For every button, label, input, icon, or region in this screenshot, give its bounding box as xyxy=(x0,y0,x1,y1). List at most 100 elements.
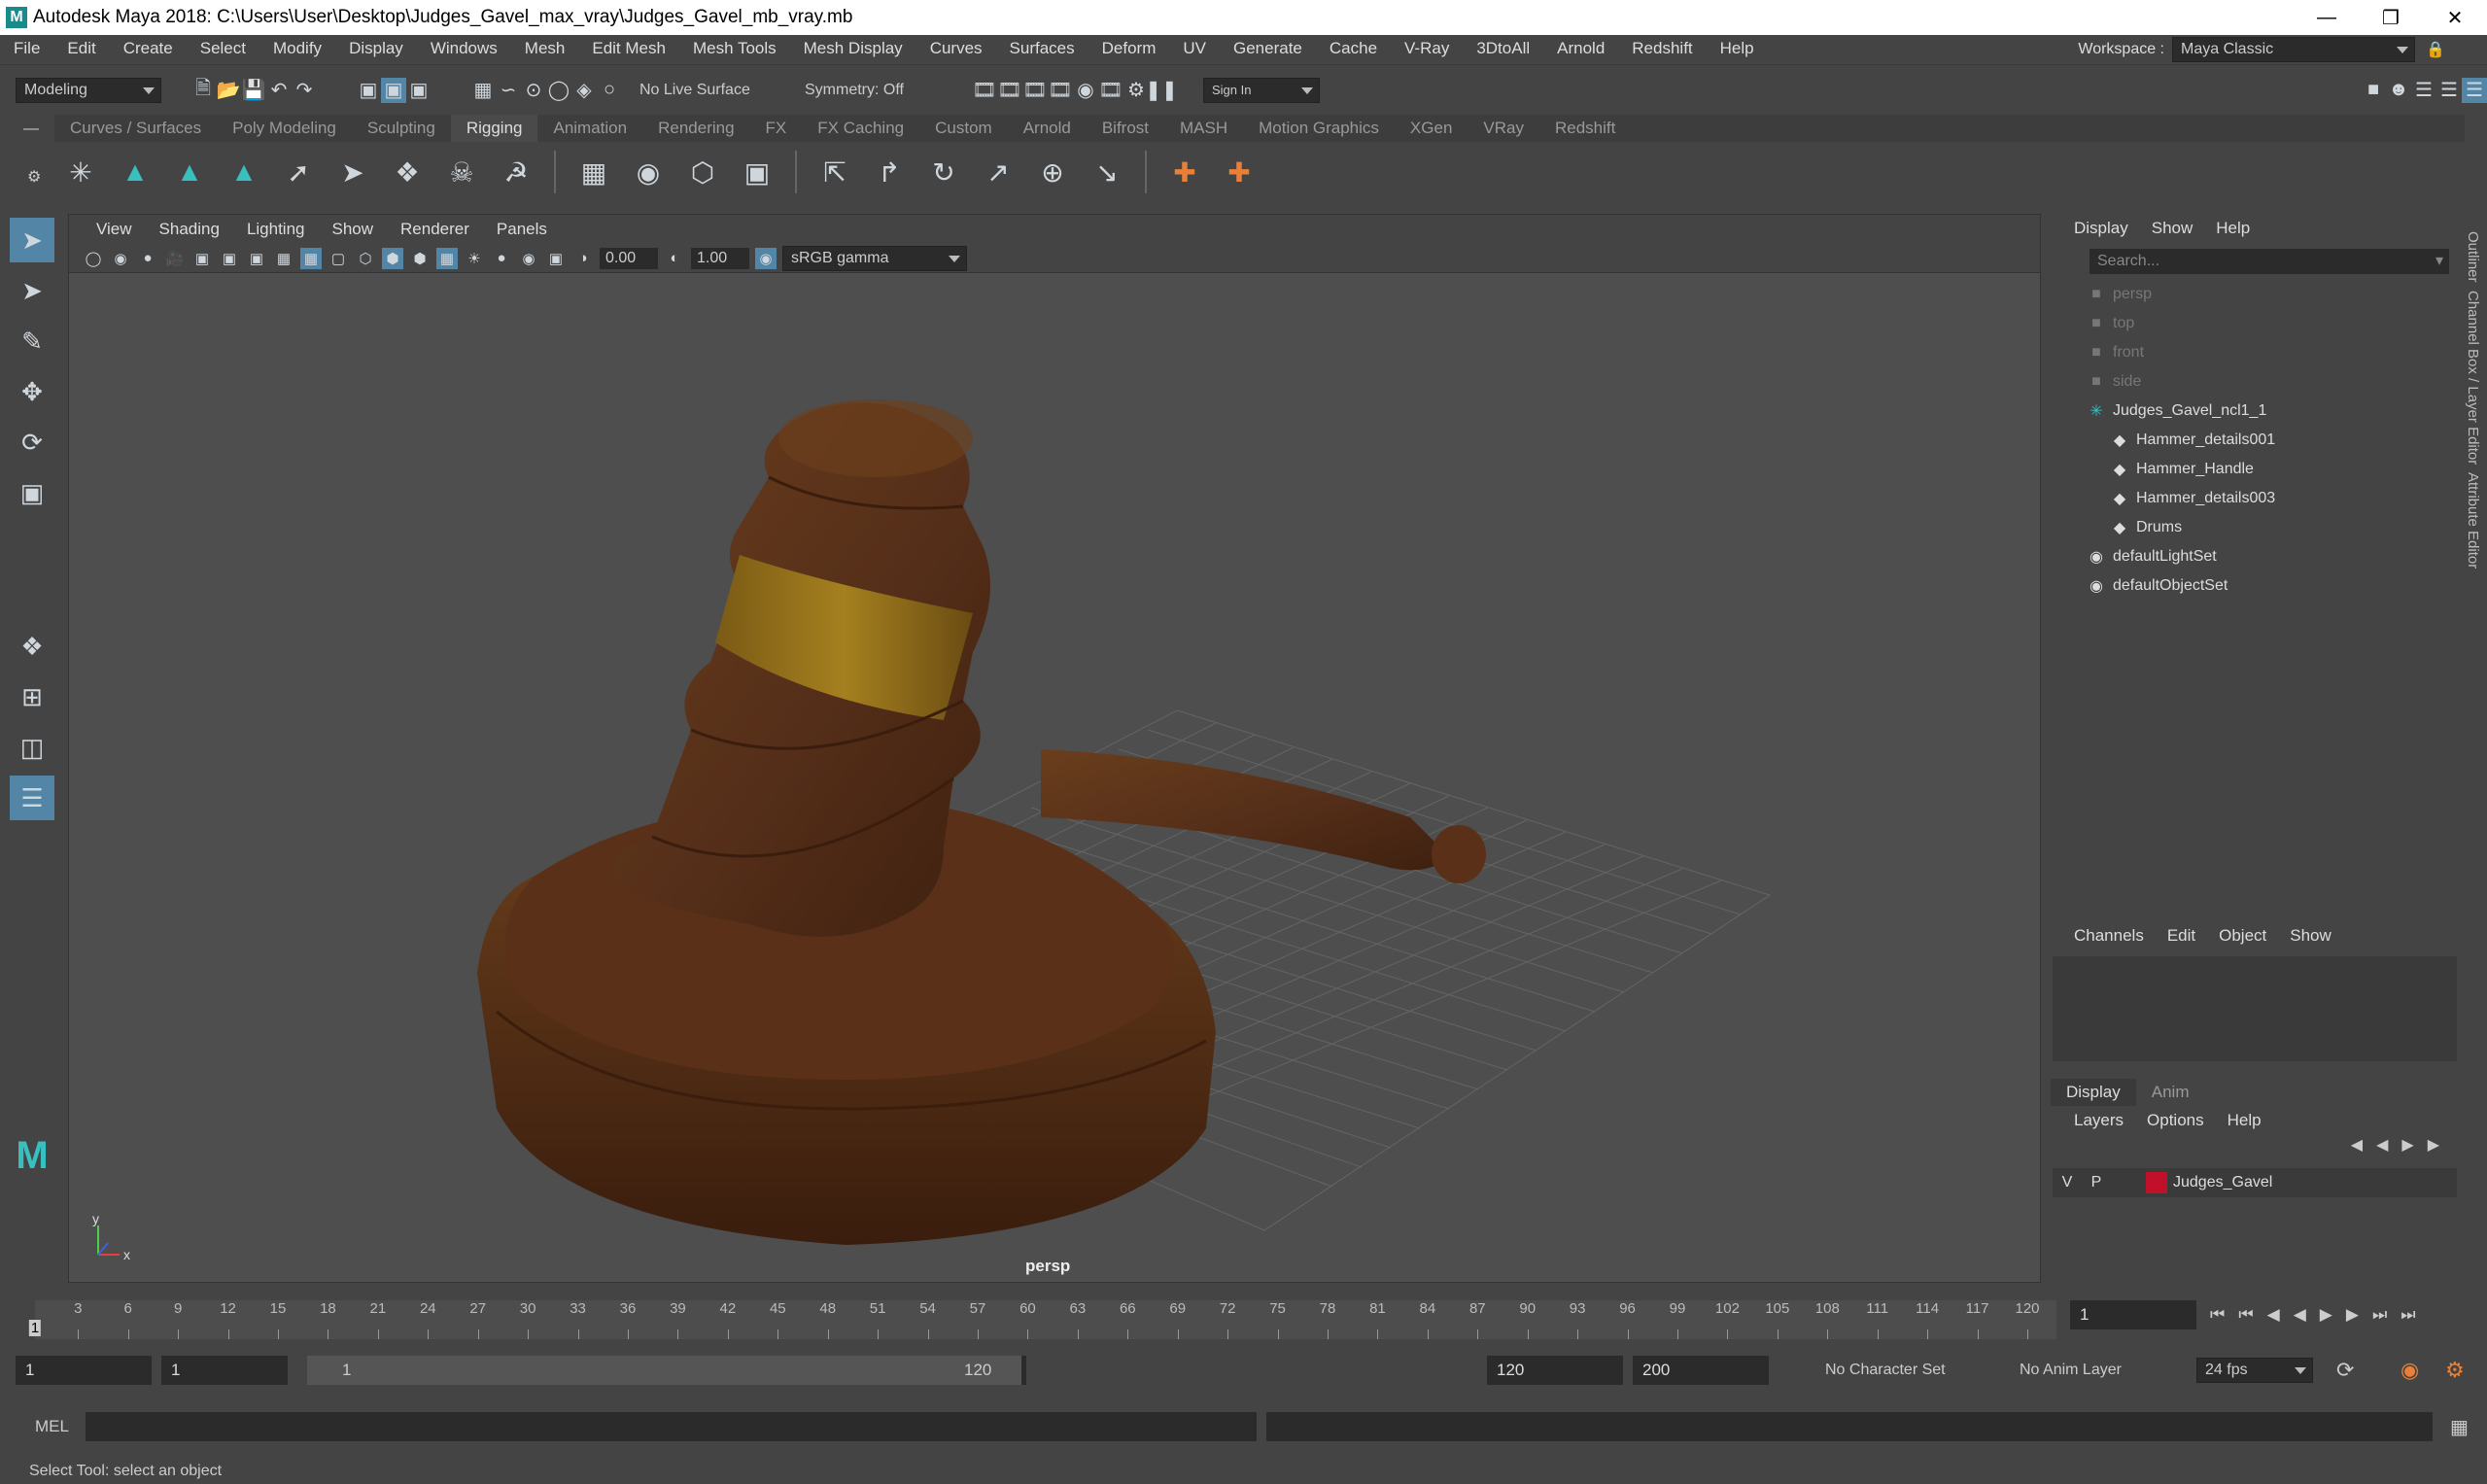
select-object-icon[interactable]: ▣ xyxy=(381,77,406,103)
viewport-menu-renderer[interactable]: Renderer xyxy=(387,220,483,239)
maya-home-icon[interactable]: M xyxy=(10,1133,54,1178)
shelf-tab-fx[interactable]: FX xyxy=(750,115,803,142)
layer-menu-help[interactable]: Help xyxy=(2216,1111,2273,1130)
outliner-item[interactable]: ■ side xyxy=(2051,367,2459,397)
layer-visibility-toggle[interactable]: V xyxy=(2053,1174,2082,1191)
command-input[interactable] xyxy=(86,1412,1257,1441)
humanik-skeleton-icon[interactable]: ▲ xyxy=(227,155,260,189)
select-component-icon[interactable]: ▣ xyxy=(406,78,432,103)
workspace-dropdown[interactable]: Maya Classic xyxy=(2172,37,2415,62)
redo-icon[interactable]: ↷ xyxy=(292,78,317,103)
menu-file[interactable]: File xyxy=(0,39,53,58)
select-hierarchy-icon[interactable]: ▣ xyxy=(356,78,381,103)
outliner-item[interactable]: ■ front xyxy=(2051,338,2459,367)
snap-plane-icon[interactable]: ○ xyxy=(597,78,622,103)
undo-icon[interactable]: ↶ xyxy=(266,78,292,103)
outliner-search-input[interactable]: Search... ▾ xyxy=(2090,249,2449,274)
wrap-icon[interactable]: ⬡ xyxy=(686,155,719,189)
current-frame-field[interactable]: 1 xyxy=(2070,1300,2196,1329)
safe-action-icon[interactable]: ▢ xyxy=(328,248,349,269)
outliner-menu-show[interactable]: Show xyxy=(2140,219,2205,238)
viewport-menu-view[interactable]: View xyxy=(83,220,146,239)
layer-menu-options[interactable]: Options xyxy=(2135,1111,2216,1130)
menu-cache[interactable]: Cache xyxy=(1316,39,1391,58)
channel-box-icon[interactable]: ☰ xyxy=(2462,77,2487,103)
outliner-menu-help[interactable]: Help xyxy=(2204,219,2262,238)
menu-arnold[interactable]: Arnold xyxy=(1543,39,1618,58)
play-backwards-icon[interactable]: ◀ xyxy=(2294,1305,2306,1325)
ipr-render-icon[interactable]: 🎞 xyxy=(1022,78,1048,103)
shelf-tab-redshift[interactable]: Redshift xyxy=(1539,115,1631,142)
layer-tab-anim[interactable]: Anim xyxy=(2136,1083,2205,1102)
outliner-item[interactable]: ◆ Hammer_Handle xyxy=(2051,455,2459,484)
channel-menu-channels[interactable]: Channels xyxy=(2062,926,2156,946)
shelf-tab-bifrost[interactable]: Bifrost xyxy=(1087,115,1164,142)
outliner-item[interactable]: ◉ defaultLightSet xyxy=(2051,542,2459,571)
menu-windows[interactable]: Windows xyxy=(417,39,511,58)
four-view-icon[interactable]: ⊞ xyxy=(10,674,54,719)
joint-tool-icon[interactable]: ✳ xyxy=(64,155,97,189)
sign-in-button[interactable]: Sign In xyxy=(1203,77,1320,103)
3d-scene[interactable]: y x xyxy=(69,273,2040,1282)
save-scene-icon[interactable]: 💾 xyxy=(241,78,266,103)
paint-select-icon[interactable]: ✎ xyxy=(10,319,54,363)
outliner-item[interactable]: ◆ Hammer_details001 xyxy=(2051,426,2459,455)
resolution-gate-icon[interactable]: ▣ xyxy=(219,248,240,269)
minimize-button[interactable]: — xyxy=(2295,0,2359,35)
menu-mesh-tools[interactable]: Mesh Tools xyxy=(679,39,790,58)
render-frame-icon[interactable]: 🎞 xyxy=(972,78,997,103)
isolate-select-icon[interactable]: ▣ xyxy=(545,248,567,269)
menu-edit[interactable]: Edit xyxy=(53,39,109,58)
shelf-tab-motion-graphics[interactable]: Motion Graphics xyxy=(1243,115,1395,142)
outliner-item[interactable]: ◆ Hammer_details003 xyxy=(2051,484,2459,513)
menu-generate[interactable]: Generate xyxy=(1220,39,1316,58)
shelf-menu-icon[interactable]: — xyxy=(23,121,39,138)
shelf-tab-rigging[interactable]: Rigging xyxy=(450,115,538,142)
channel-menu-edit[interactable]: Edit xyxy=(2156,926,2207,946)
snap-curve-icon[interactable]: ∽ xyxy=(496,78,521,103)
menu-create[interactable]: Create xyxy=(110,39,187,58)
symmetry-dropdown[interactable]: Symmetry: Off xyxy=(797,77,933,103)
outliner-item[interactable]: ■ top xyxy=(2051,309,2459,338)
gate-mask-icon[interactable]: ▣ xyxy=(246,248,267,269)
pole-vector-icon[interactable]: ↘ xyxy=(1090,155,1123,189)
render-sequence-icon[interactable]: 🎞 xyxy=(997,78,1022,103)
select-camera-icon[interactable]: ◯ xyxy=(83,248,104,269)
shelf-tab-fx-caching[interactable]: FX Caching xyxy=(802,115,919,142)
ik-spline-icon[interactable]: ➤ xyxy=(336,155,369,189)
hypershade-icon[interactable]: ◉ xyxy=(1073,78,1098,103)
menu-uv[interactable]: UV xyxy=(1169,39,1220,58)
command-language-label[interactable]: MEL xyxy=(35,1417,84,1436)
shadows-icon[interactable]: ● xyxy=(491,248,512,269)
snap-point-icon[interactable]: ⊙ xyxy=(521,78,546,103)
auto-key-icon[interactable]: ◉ xyxy=(2401,1358,2419,1383)
exposure-field[interactable]: 0.00 xyxy=(600,247,658,269)
step-back-key-icon[interactable]: ⏮ xyxy=(2238,1305,2253,1325)
go-to-end-icon[interactable]: ⏭ xyxy=(2401,1305,2415,1325)
rotate-tool-icon[interactable]: ⟳ xyxy=(10,420,54,465)
locator-icon[interactable]: ✚ xyxy=(1168,155,1201,189)
close-button[interactable]: ✕ xyxy=(2423,0,2487,35)
shelf-tab-animation[interactable]: Animation xyxy=(537,115,642,142)
lock-icon[interactable]: 🔒 xyxy=(2423,37,2448,62)
shelf-tab-curves-surfaces[interactable]: Curves / Surfaces xyxy=(54,115,217,142)
skin-bind-icon[interactable]: ❖ xyxy=(391,155,424,189)
render-settings-icon[interactable]: 🎞 xyxy=(1048,78,1073,103)
character-controls-icon[interactable]: ☻ xyxy=(2386,78,2411,103)
shelf-tab-vray[interactable]: VRay xyxy=(1468,115,1539,142)
step-back-frame-icon[interactable]: ◀ xyxy=(2267,1305,2280,1325)
cluster-icon[interactable]: ▦ xyxy=(577,155,610,189)
search-dropdown-icon[interactable]: ▾ xyxy=(2435,249,2443,274)
channel-box-content[interactable] xyxy=(2053,956,2457,1061)
menu-select[interactable]: Select xyxy=(187,39,259,58)
live-surface-field[interactable]: No Live Surface xyxy=(632,77,777,103)
lattice-icon[interactable]: ◉ xyxy=(632,155,665,189)
parent-constraint-icon[interactable]: ⇱ xyxy=(818,155,851,189)
snap-surface-icon[interactable]: ◈ xyxy=(571,78,597,103)
menu-3dtoall[interactable]: 3DtoAll xyxy=(1463,39,1543,58)
range-bar[interactable]: 1 120 xyxy=(307,1356,1026,1385)
snap-view-icon[interactable]: ◯ xyxy=(546,78,571,103)
new-layer-selected-icon[interactable]: ▶ xyxy=(2428,1135,2439,1160)
shelf-settings-icon[interactable]: ⚙ xyxy=(27,167,41,187)
restore-button[interactable]: ❐ xyxy=(2359,0,2423,35)
